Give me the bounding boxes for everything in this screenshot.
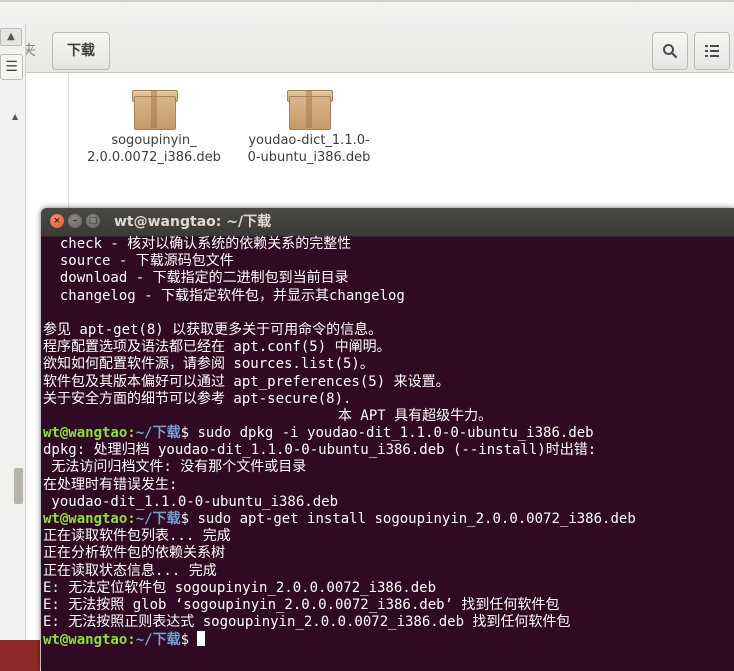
terminal-line: E: 无法按照正则表达式 sogoupinyin_2.0.0.0072_i386… xyxy=(43,614,571,631)
minimize-icon[interactable]: – xyxy=(68,214,82,228)
terminal-prompt-line: wt@wangtao:~/下载$ sudo dpkg -i youdao-dit… xyxy=(43,425,733,442)
terminal-line: 正在读取状态信息... 完成 xyxy=(43,562,217,579)
prompt-separator: : xyxy=(127,511,136,527)
terminal-prompt-line: wt@wangtao:~/下载$ xyxy=(43,631,733,648)
terminal-line: source - 下载源码包文件 xyxy=(43,253,234,270)
prompt-symbol: $ xyxy=(180,425,190,442)
window-top-edge xyxy=(0,0,734,2)
prompt-user: wt@wangtao xyxy=(43,425,128,442)
deb-package-icon xyxy=(132,88,178,130)
terminal-line: 在处理时有错误发生: xyxy=(43,476,178,493)
close-icon[interactable]: × xyxy=(50,214,64,228)
prompt-command: sudo apt-get install sogoupinyin_2.0.0.0… xyxy=(189,511,636,527)
file-name-line2: 0-ubuntu_i386.deb xyxy=(247,150,371,165)
terminal-line: youdao-dit_1.1.0-0-ubuntu_i386.deb xyxy=(43,493,339,510)
prompt-symbol: $ xyxy=(180,632,190,649)
terminal-line: E: 无法定位软件包 sogoupinyin_2.0.0.0072_i386.d… xyxy=(43,579,437,596)
prompt-command: sudo dpkg -i youdao-dit_1.1.0-0-ubuntu_i… xyxy=(189,425,594,442)
terminal-line: 无法访问归档文件: 没有那个文件或目录 xyxy=(43,459,307,476)
file-name-line1: youdao-dict_1.1.0- xyxy=(248,133,370,148)
desktop-background xyxy=(0,640,40,671)
file-name-line2: 2.0.0.0072_i386.deb xyxy=(87,150,221,165)
terminal-line: download - 下载指定的二进制包到当前目录 xyxy=(43,270,349,287)
maximize-icon[interactable]: □ xyxy=(86,214,100,228)
prompt-symbol: $ xyxy=(180,511,190,527)
terminal-line: 程序配置选项及语法都已经在 apt.conf(5) 中阐明。 xyxy=(43,339,391,356)
scroll-up-arrow-icon[interactable]: ▲ xyxy=(12,112,18,121)
user-icon[interactable]: ▲ xyxy=(0,28,22,46)
deb-package-icon xyxy=(287,88,333,130)
terminal-line: 软件包及其版本偏好可以通过 apt_preferences(5) 来设置。 xyxy=(43,373,450,390)
prompt-command xyxy=(189,632,197,648)
prompt-path: ~/下载 xyxy=(135,632,181,649)
terminal-line: changelog - 下载指定软件包，并显示其changelog xyxy=(43,287,405,304)
terminal-line: 本 APT 具有超级牛力。 xyxy=(43,407,493,424)
prompt-separator: : xyxy=(127,632,136,649)
terminal-line: E: 无法按照 glob ‘sogoupinyin_2.0.0.0072_i38… xyxy=(43,596,560,613)
file-item[interactable]: youdao-dict_1.1.0- 0-ubuntu_i386.deb xyxy=(234,88,384,166)
prompt-path: ~/下载 xyxy=(135,511,181,527)
terminal-line: 欲知如何配置软件源，请参阅 sources.list(5)。 xyxy=(43,356,374,373)
terminal-line: 正在读取软件包列表... 完成 xyxy=(43,528,231,545)
text-cursor xyxy=(197,631,206,647)
breadcrumb-parent[interactable]: 夹 xyxy=(22,32,50,70)
prompt-path: ~/下载 xyxy=(135,425,181,442)
search-icon xyxy=(663,44,678,59)
file-name-line1: sogoupinyin_ xyxy=(111,133,197,148)
terminal-output[interactable]: check - 核对以确认系统的依赖关系的完整性 source - 下载源码包文… xyxy=(43,236,733,669)
sidebar-scrollbar-thumb[interactable] xyxy=(14,468,23,504)
list-view-button[interactable] xyxy=(694,32,730,70)
terminal-titlebar[interactable]: × – □ wt@wangtao: ~/下载 xyxy=(41,208,734,237)
terminal-line: 参见 apt-get(8) 以获取更多关于可用命令的信息。 xyxy=(43,321,383,338)
file-item[interactable]: sogoupinyin_ 2.0.0.0072_i386.deb xyxy=(79,88,229,166)
list-view-icon xyxy=(705,45,719,57)
search-button[interactable] xyxy=(652,32,688,70)
terminal-line: 关于安全方面的细节可以参考 apt-secure(8). xyxy=(43,390,352,407)
prompt-user: wt@wangtao xyxy=(43,511,128,527)
terminal-line: check - 核对以确认系统的依赖关系的完整性 xyxy=(43,236,352,252)
terminal-title: wt@wangtao: ~/下载 xyxy=(114,214,272,230)
hamburger-menu-icon[interactable]: ☰ xyxy=(0,54,23,80)
content-divider xyxy=(68,73,69,223)
prompt-user: wt@wangtao xyxy=(43,632,128,649)
terminal-line: dpkg: 处理归档 youdao-dit_1.1.0-0-ubuntu_i38… xyxy=(43,442,597,459)
breadcrumb-current[interactable]: 下载 xyxy=(52,32,110,70)
terminal-prompt-line: wt@wangtao:~/下载$ sudo apt-get install so… xyxy=(43,511,733,528)
terminal-line: 正在分析软件包的依赖关系树 xyxy=(43,545,225,562)
terminal-window[interactable]: × – □ wt@wangtao: ~/下载 check - 核对以确认系统的依… xyxy=(41,208,734,671)
prompt-separator: : xyxy=(127,425,136,442)
sidebar: ▲ ☰ ▲ xyxy=(0,24,26,671)
file-manager-header: 夹 下载 xyxy=(0,0,734,73)
